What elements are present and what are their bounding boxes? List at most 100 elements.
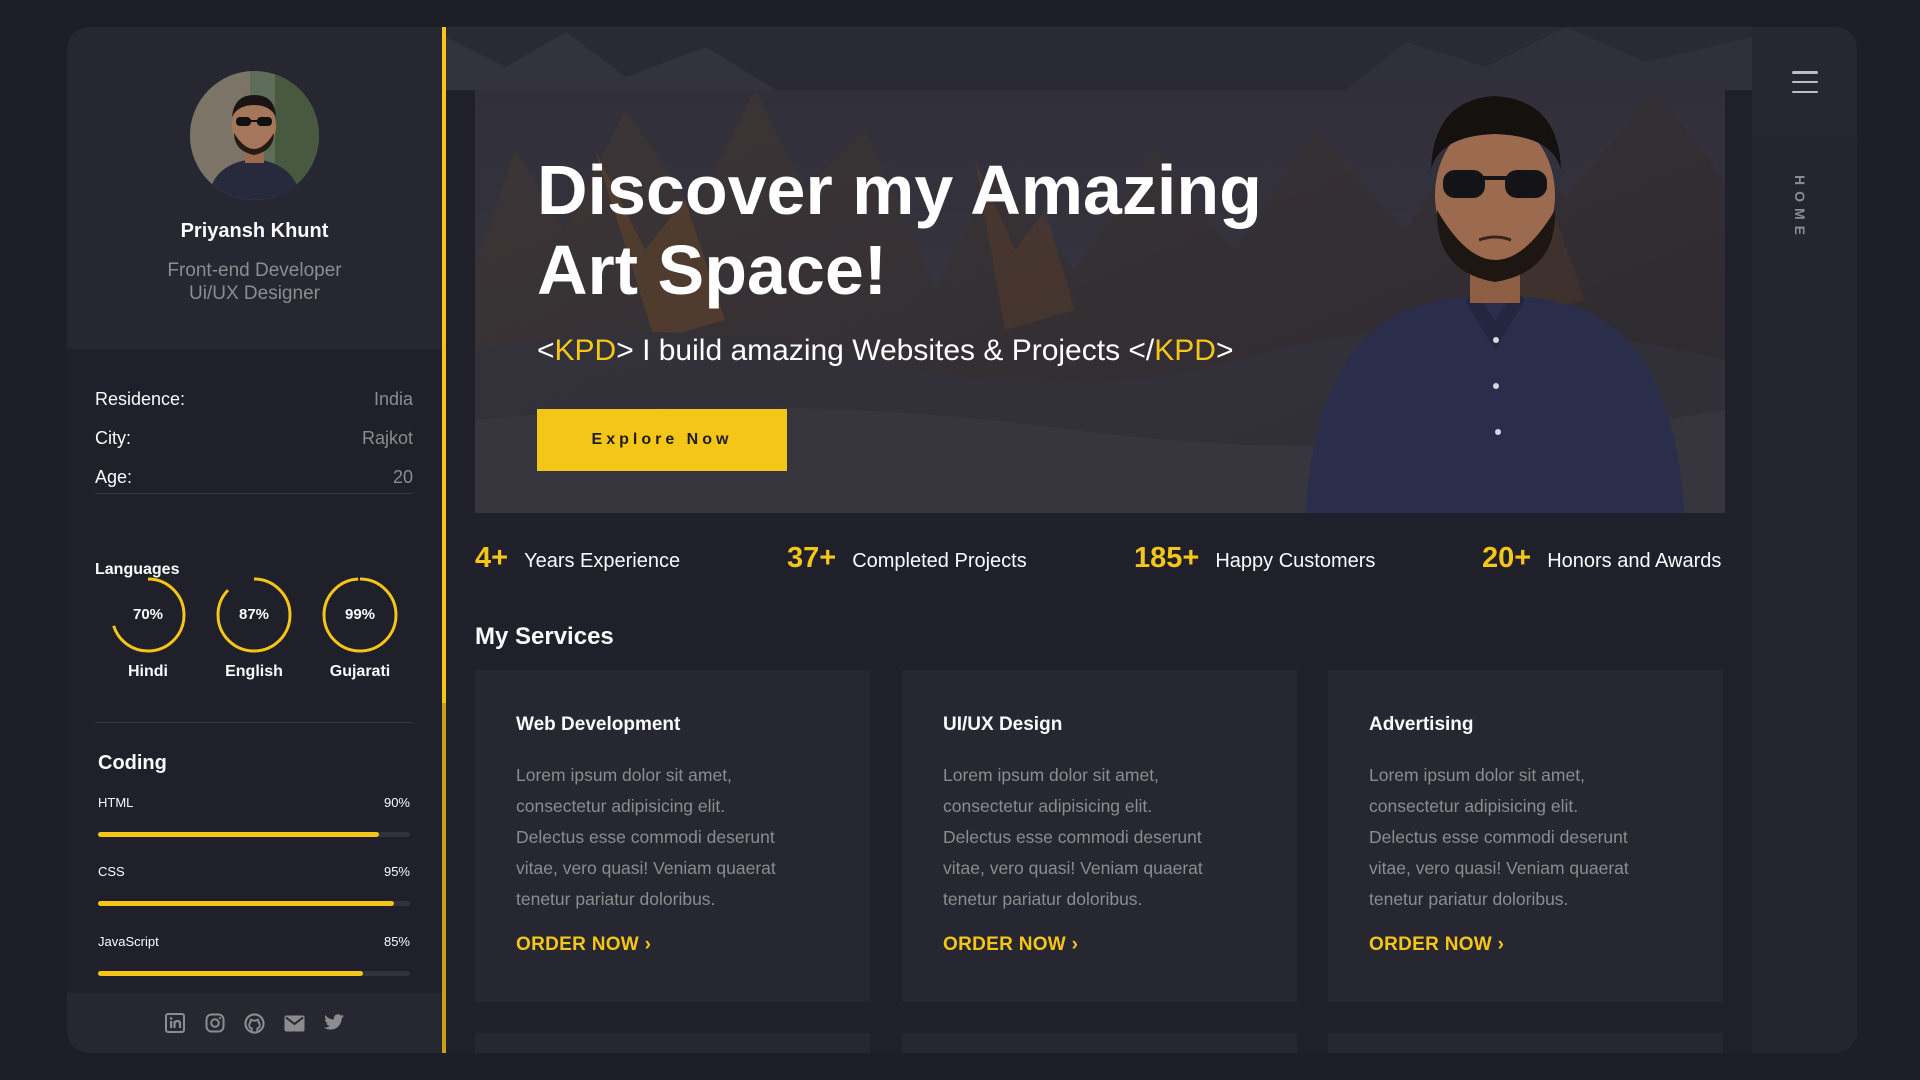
skill-bar: [98, 832, 410, 837]
mail-icon[interactable]: [284, 1012, 306, 1034]
skill-bar: [98, 901, 410, 906]
text-line: Lorem ipsum dolor sit amet,: [943, 765, 1159, 785]
social-links: [67, 993, 442, 1053]
service-card-text: Lorem ipsum dolor sit amet, consectetur …: [516, 760, 836, 915]
info-key: City:: [95, 428, 131, 448]
divider: [95, 722, 413, 723]
skill-bar-fill: [98, 901, 395, 906]
current-section-label[interactable]: HOME: [1792, 175, 1808, 241]
profile-name: Priyansh Khunt: [180, 220, 329, 242]
skill-name: HTML: [98, 795, 134, 810]
service-card-text: Lorem ipsum dolor sit amet, consectetur …: [943, 760, 1263, 915]
profile-card: Priyansh Khunt Front-end Developer Ui/UX…: [67, 27, 442, 349]
twitter-icon[interactable]: [324, 1012, 346, 1034]
hero-title-line2: Art Space!: [537, 231, 888, 309]
stat-label: Honors and Awards: [1547, 550, 1722, 572]
instagram-icon[interactable]: [204, 1012, 226, 1034]
skill-html: HTML 90%: [98, 795, 410, 837]
app-frame: Priyansh Khunt Front-end Developer Ui/UX…: [67, 27, 1857, 1053]
service-card-partial: [475, 1033, 870, 1053]
sidebar: Priyansh Khunt Front-end Developer Ui/UX…: [67, 27, 442, 1053]
service-card-title: Advertising: [1369, 714, 1474, 735]
header-background: [446, 27, 1752, 90]
language-percent: 99%: [344, 606, 376, 623]
text-line: consectetur adipisicing elit.: [1369, 796, 1579, 816]
tag-middle: > I build amazing Websites & Projects </: [616, 334, 1155, 367]
chevron-right-icon: ›: [1071, 934, 1079, 955]
service-card-ui-ux-design: UI/UX Design Lorem ipsum dolor sit amet,…: [902, 670, 1297, 1002]
skill-bar-fill: [98, 832, 379, 837]
skill-percent: 90%: [383, 795, 410, 810]
stat-years-experience: 4+ Years Experience: [475, 542, 680, 575]
services-title: My Services: [475, 623, 614, 650]
stat-number: 185+: [1134, 542, 1200, 574]
language-percent: 87%: [238, 606, 270, 623]
text-line: Lorem ipsum dolor sit amet,: [1369, 765, 1585, 785]
skill-bar-fill: [98, 971, 364, 976]
text-line: tenetur pariatur doloribus.: [516, 889, 716, 909]
avatar-photo: [190, 71, 319, 200]
text-line: vitae, vero quasi! Veniam quaerat: [943, 858, 1203, 878]
hamburger-menu-icon[interactable]: [1792, 71, 1818, 93]
right-nav-rail: HOME: [1752, 27, 1857, 1053]
text-line: vitae, vero quasi! Veniam quaerat: [516, 858, 776, 878]
order-now-label: ORDER NOW: [516, 934, 640, 955]
chevron-right-icon: ›: [644, 934, 652, 955]
text-line: Lorem ipsum dolor sit amet,: [516, 765, 732, 785]
order-now-link[interactable]: ORDER NOW ›: [943, 934, 1078, 956]
info-row-city: City: Rajkot: [95, 419, 413, 458]
text-line: Delectus esse commodi deserunt: [516, 827, 775, 847]
info-row-age: Age: 20: [95, 458, 413, 497]
service-card-title: Web Development: [516, 714, 681, 735]
coding-title: Coding: [98, 752, 167, 774]
skill-javascript: JavaScript 85%: [98, 934, 410, 976]
main-content: Discover my Amazing Art Space! <KPD> I b…: [446, 27, 1752, 1053]
order-now-label: ORDER NOW: [943, 934, 1067, 955]
stat-label: Completed Projects: [852, 550, 1027, 572]
text-line: vitae, vero quasi! Veniam quaerat: [1369, 858, 1629, 878]
github-icon[interactable]: [244, 1012, 266, 1034]
stat-honors-awards: 20+ Honors and Awards: [1482, 542, 1721, 575]
skill-bar: [98, 971, 410, 976]
service-card-web-development: Web Development Lorem ipsum dolor sit am…: [475, 670, 870, 1002]
hero-banner: Discover my Amazing Art Space! <KPD> I b…: [475, 90, 1725, 513]
info-value: 20: [392, 467, 413, 487]
explore-now-button[interactable]: Explore Now: [537, 409, 787, 471]
hero-person-photo: [1305, 96, 1685, 513]
skill-name: JavaScript: [98, 934, 159, 949]
tag-open-bracket: <: [537, 334, 555, 367]
tag-close-bracket: >: [1215, 334, 1234, 367]
stats-row: 4+ Years Experience 37+ Completed Projec…: [475, 542, 1725, 582]
order-now-link[interactable]: ORDER NOW ›: [516, 934, 651, 956]
linkedin-icon[interactable]: [164, 1012, 186, 1034]
service-card-title: UI/UX Design: [943, 714, 1063, 735]
stat-number: 4+: [475, 542, 509, 574]
order-now-link[interactable]: ORDER NOW ›: [1369, 934, 1504, 956]
tag-open-name: KPD: [554, 334, 617, 367]
text-line: Delectus esse commodi deserunt: [943, 827, 1202, 847]
stat-completed-projects: 37+ Completed Projects: [787, 542, 1027, 575]
hero-tagline: <KPD> I build amazing Websites & Project…: [537, 334, 1233, 368]
stat-label: Happy Customers: [1215, 550, 1376, 572]
language-percent: 70%: [132, 606, 164, 623]
skill-percent: 95%: [383, 864, 410, 879]
service-card-partial: [1328, 1033, 1723, 1053]
hero-title: Discover my Amazing Art Space!: [537, 150, 1297, 310]
text-line: tenetur pariatur doloribus.: [1369, 889, 1569, 909]
service-card-text: Lorem ipsum dolor sit amet, consectetur …: [1369, 760, 1689, 915]
rail-header: [1752, 27, 1857, 137]
skill-css: CSS 95%: [98, 864, 410, 906]
text-line: Delectus esse commodi deserunt: [1369, 827, 1628, 847]
profile-role-line1: Front-end Developer: [167, 260, 342, 281]
skill-name: CSS: [98, 864, 125, 879]
info-list: Residence: India City: Rajkot Age: 20: [95, 380, 413, 497]
stat-happy-customers: 185+ Happy Customers: [1134, 542, 1375, 575]
info-key: Age:: [95, 467, 133, 487]
stat-number: 37+: [787, 542, 837, 574]
language-english: 87% English: [214, 575, 294, 681]
language-hindi: 70% Hindi: [108, 575, 188, 681]
language-name: Hindi: [128, 663, 168, 680]
stat-label: Years Experience: [524, 550, 681, 572]
stat-number: 20+: [1482, 542, 1532, 574]
language-gujarati: 99% Gujarati: [320, 575, 400, 681]
